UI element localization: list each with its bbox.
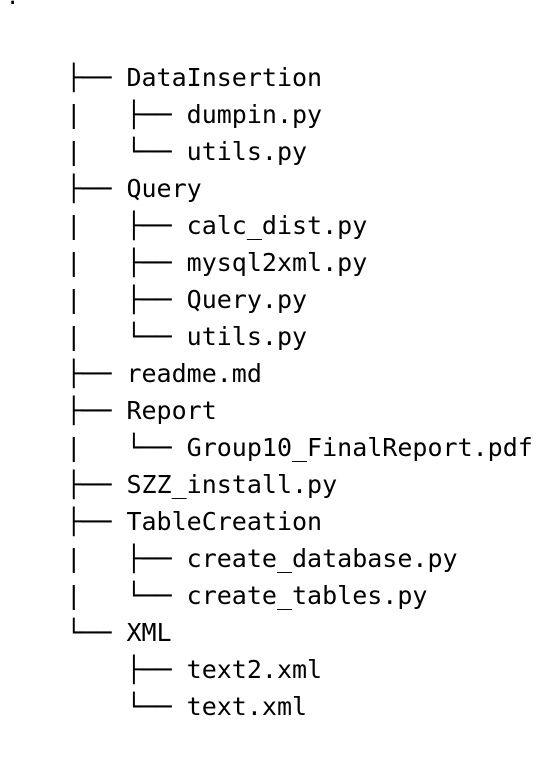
tree-row-text-xml[interactable]: └── text.xml <box>6 651 307 721</box>
tree-row-create-tables-py[interactable]: | └── create_tables.py <box>6 540 427 610</box>
tree-row-datainsertion[interactable]: ├── DataInsertion <box>6 22 322 92</box>
tree-row-text2-xml[interactable]: ├── text2.xml <box>6 614 322 684</box>
file-name: utils.py <box>186 137 308 166</box>
tree-row-mysql2xml-py[interactable]: | ├── mysql2xml.py <box>6 207 367 277</box>
tree-row-query-py[interactable]: | ├── Query.py <box>6 244 307 314</box>
tree-root-marker: . <box>6 0 19 9</box>
tree-row-query-utils-py[interactable]: | └── utils.py <box>6 281 307 351</box>
tree-row-create-database-py[interactable]: | ├── create_database.py <box>6 503 457 573</box>
tree-row-report[interactable]: ├── Report <box>6 355 217 425</box>
tree-row-dumpin-py[interactable]: | ├── dumpin.py <box>6 59 322 129</box>
tree-row-utils-py[interactable]: | └── utils.py <box>6 96 307 166</box>
tree-row-query[interactable]: ├── Query <box>6 133 201 203</box>
file-name: create_tables.py <box>186 581 428 610</box>
tree-row-group10-finalreport-pdf[interactable]: | └── Group10_FinalReport.pdf <box>6 392 533 462</box>
tree-branch-connector: └── <box>66 692 187 721</box>
tree-row-readme-md[interactable]: ├── readme.md <box>6 318 262 388</box>
tree-row-szz-install-py[interactable]: ├── SZZ_install.py <box>6 429 337 499</box>
tree-row-xml[interactable]: └── XML <box>6 577 171 647</box>
tree-row-calc-dist-py[interactable]: | ├── calc_dist.py <box>6 170 367 240</box>
file-name: text.xml <box>186 692 308 721</box>
tree-row-tablecreation[interactable]: ├── TableCreation <box>6 466 322 536</box>
